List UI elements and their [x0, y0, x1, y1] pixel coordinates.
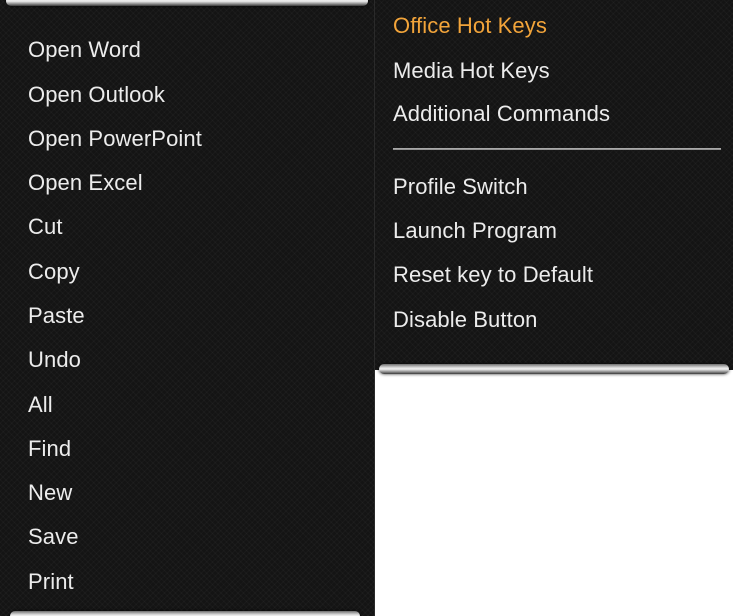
menu-top-bezel	[6, 0, 368, 6]
menu-item-additional-commands[interactable]: Additional Commands	[393, 99, 610, 129]
menu-item-launch-program[interactable]: Launch Program	[393, 216, 557, 246]
menu-item-media-hot-keys[interactable]: Media Hot Keys	[393, 56, 550, 86]
menu-item-undo[interactable]: Undo	[28, 345, 81, 375]
menu-item-open-excel[interactable]: Open Excel	[28, 168, 143, 198]
menu-item-save[interactable]: Save	[28, 522, 79, 552]
menu-separator	[393, 148, 721, 150]
menu-item-cut[interactable]: Cut	[28, 212, 63, 242]
menu-item-find[interactable]: Find	[28, 434, 71, 464]
menu-item-all[interactable]: All	[28, 390, 53, 420]
menu-item-paste[interactable]: Paste	[28, 301, 85, 331]
menu-item-office-hot-keys[interactable]: Office Hot Keys	[393, 11, 547, 41]
menu-item-open-powerpoint[interactable]: Open PowerPoint	[28, 124, 202, 154]
context-menu: Open Word Open Outlook Open PowerPoint O…	[0, 0, 733, 616]
menu-item-copy[interactable]: Copy	[28, 257, 80, 287]
menu-item-open-outlook[interactable]: Open Outlook	[28, 80, 165, 110]
menu-item-disable-button[interactable]: Disable Button	[393, 305, 538, 335]
menu-item-new[interactable]: New	[28, 478, 72, 508]
menu-item-profile-switch[interactable]: Profile Switch	[393, 172, 528, 202]
menu-item-open-word[interactable]: Open Word	[28, 35, 141, 65]
office-hotkeys-submenu: Open Word Open Outlook Open PowerPoint O…	[0, 0, 375, 616]
menu-item-reset-key-to-default[interactable]: Reset key to Default	[393, 260, 593, 290]
menu-bottom-bezel	[379, 364, 729, 374]
menu-item-print[interactable]: Print	[28, 567, 74, 597]
menu-bottom-bezel	[10, 611, 360, 616]
main-menu: Office Hot Keys Media Hot Keys Additiona…	[375, 0, 733, 374]
